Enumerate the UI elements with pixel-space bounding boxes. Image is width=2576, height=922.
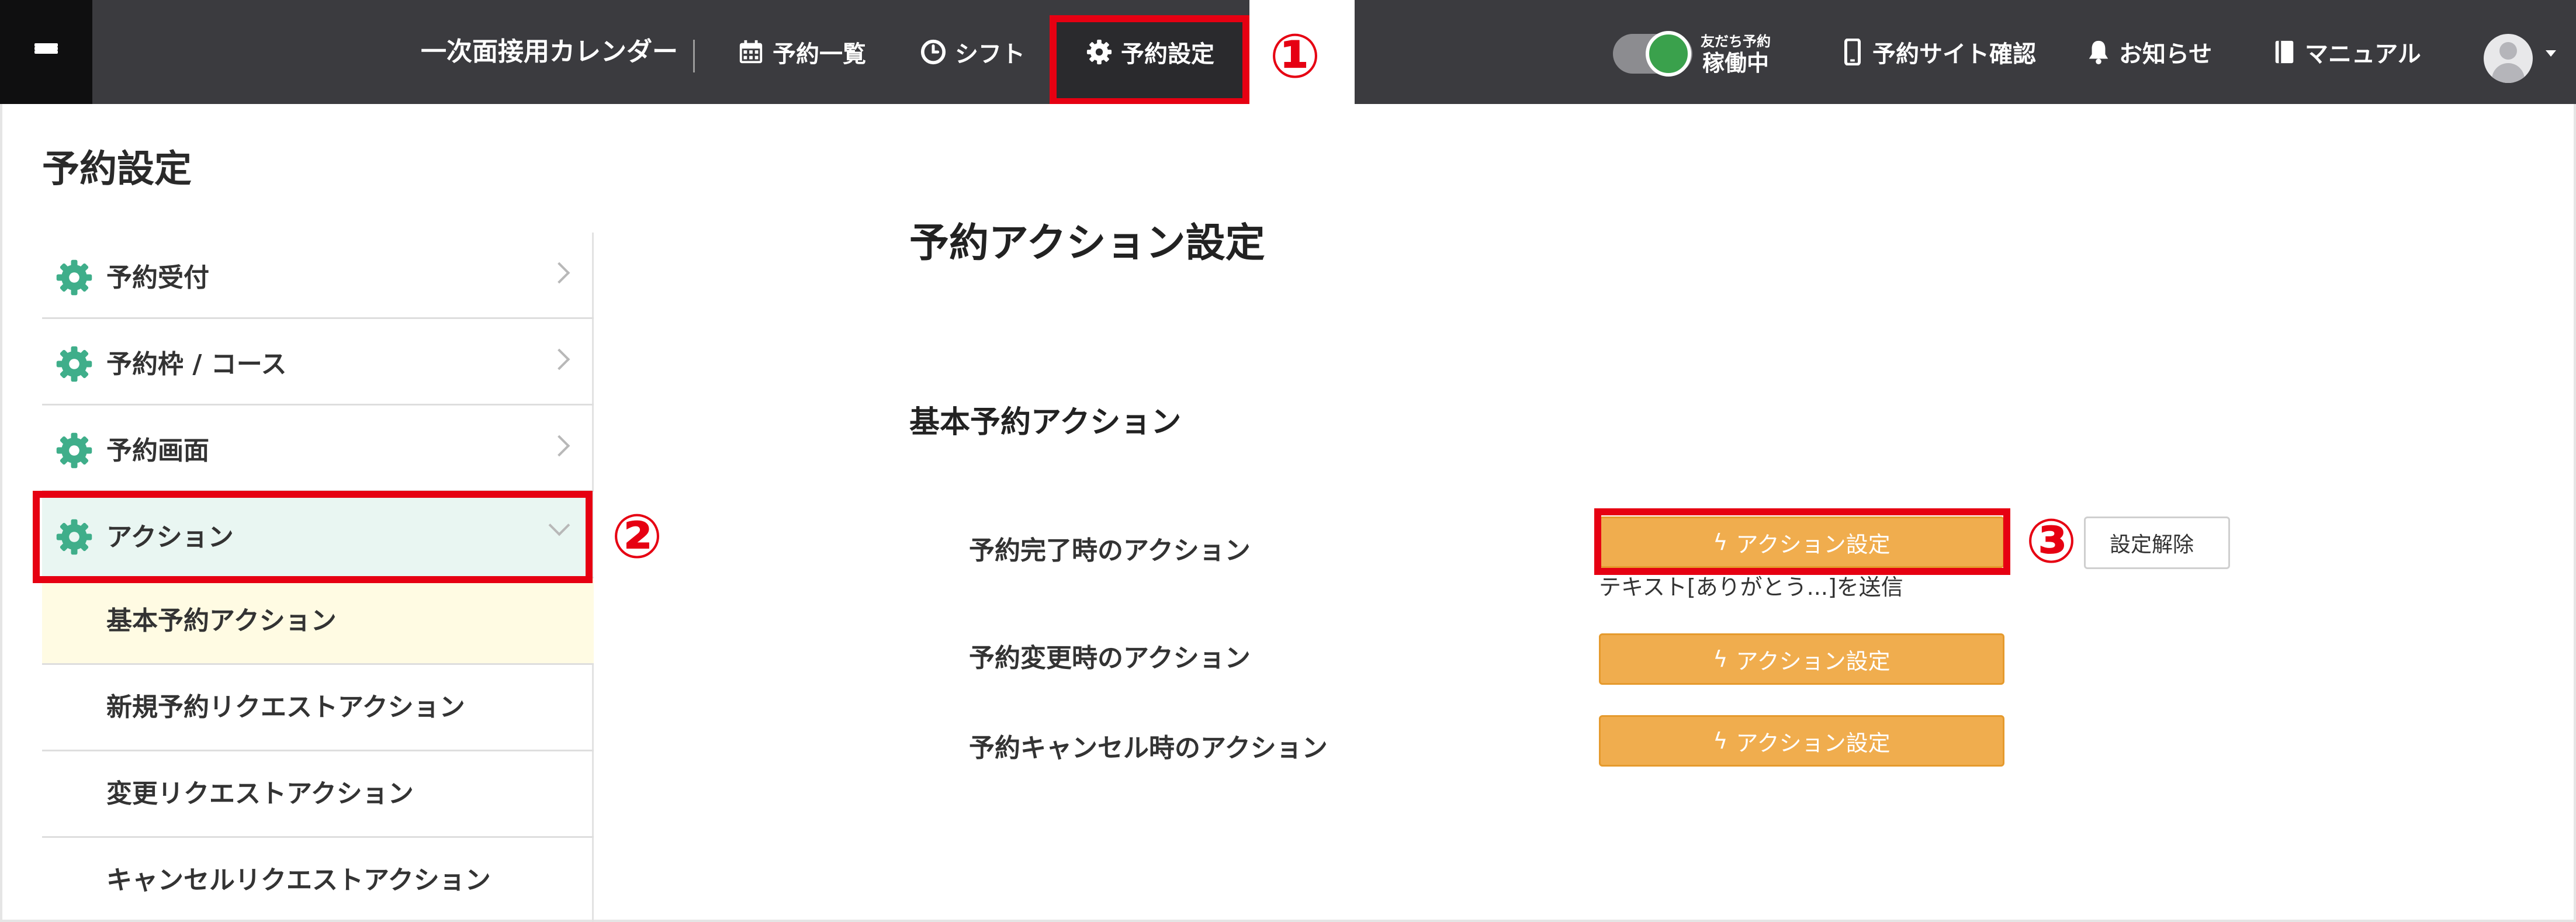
sidebar-item-label: 予約画面 bbox=[106, 435, 209, 466]
annotation-marker-1: ① bbox=[1269, 20, 1321, 92]
toggle-knob bbox=[1646, 31, 1691, 77]
lightning-icon: ϟ bbox=[1713, 728, 1728, 754]
gear-icon bbox=[56, 346, 92, 382]
chevron-right-icon bbox=[548, 262, 570, 284]
gear-icon bbox=[1086, 39, 1112, 65]
action-settings-button-label: アクション設定 bbox=[1736, 648, 1891, 674]
sidebar-item-screen[interactable]: 予約画面 bbox=[42, 405, 594, 492]
chevron-down-icon[interactable] bbox=[2546, 50, 2556, 57]
sidebar-subitem-basic-action[interactable]: 基本予約アクション bbox=[42, 578, 594, 665]
sidebar-subitem-label: キャンセルリクエストアクション bbox=[106, 865, 491, 895]
lightning-icon: ϟ bbox=[1713, 529, 1728, 555]
gear-icon bbox=[56, 432, 92, 469]
sidebar-item-slots-courses[interactable]: 予約枠 / コース bbox=[42, 319, 594, 405]
action-settings-button-label: アクション設定 bbox=[1736, 531, 1891, 557]
annotation-marker-3: ③ bbox=[2026, 505, 2078, 577]
nav-divider bbox=[693, 40, 695, 72]
nav-reservation-settings-label: 予約設定 bbox=[1121, 41, 1214, 68]
toggle-label: 友だち予約 稼働中 bbox=[1701, 33, 1771, 76]
action-settings-button-label: アクション設定 bbox=[1736, 730, 1891, 756]
main-title: 予約アクション設定 bbox=[909, 220, 1265, 266]
hamburger-icon bbox=[34, 43, 58, 61]
row-label-cancel: 予約キャンセル時のアクション bbox=[969, 733, 1328, 763]
sidebar: 予約受付 予約枠 / コース 予約画面 アクション 基本予約アクション 新規予約… bbox=[42, 233, 594, 922]
sidebar-subitem-label: 新規予約リクエストアクション bbox=[106, 692, 465, 722]
chevron-down-icon bbox=[548, 514, 570, 536]
sidebar-subitem-label: 基本予約アクション bbox=[106, 606, 337, 636]
section-title: 基本予約アクション bbox=[909, 405, 1182, 440]
action-settings-button-change[interactable]: ϟ アクション設定 bbox=[1599, 633, 2004, 685]
user-avatar[interactable] bbox=[2484, 34, 2533, 83]
action-description: テキスト[ありがとう...]を送信 bbox=[1599, 574, 1903, 600]
sidebar-item-label: 予約受付 bbox=[106, 262, 209, 293]
lightning-icon: ϟ bbox=[1713, 646, 1728, 672]
sidebar-item-label: アクション bbox=[106, 522, 234, 552]
hamburger-menu-button[interactable] bbox=[0, 0, 92, 104]
nav-manual[interactable]: マニュアル bbox=[2272, 0, 2421, 104]
nav-manual-label: マニュアル bbox=[2305, 41, 2421, 68]
friend-reservation-toggle[interactable] bbox=[1613, 31, 1692, 77]
gear-icon bbox=[56, 259, 92, 296]
sidebar-subitem-new-request-action[interactable]: 新規予約リクエストアクション bbox=[42, 665, 594, 751]
nav-site-check-label: 予約サイト確認 bbox=[1872, 41, 2036, 68]
app-title: 一次面接用カレンダー bbox=[421, 37, 678, 67]
release-settings-label: 設定解除 bbox=[2109, 533, 2194, 557]
nav-shift-label: シフト bbox=[955, 41, 1025, 68]
nav-news-label: お知らせ bbox=[2119, 41, 2213, 68]
toggle-small-label: 友だち予約 bbox=[1701, 33, 1771, 50]
action-settings-button-cancel[interactable]: ϟ アクション設定 bbox=[1599, 715, 2004, 767]
bell-icon bbox=[2089, 40, 2108, 64]
nav-reservation-list-label: 予約一覧 bbox=[773, 41, 866, 68]
chevron-right-icon bbox=[548, 348, 570, 370]
clock-icon bbox=[920, 39, 946, 65]
sidebar-subitem-change-request-action[interactable]: 変更リクエストアクション bbox=[42, 751, 594, 838]
release-settings-button[interactable]: 設定解除 bbox=[2084, 517, 2230, 569]
sidebar-item-reception[interactable]: 予約受付 bbox=[42, 233, 594, 319]
avatar-head bbox=[2499, 42, 2517, 60]
sidebar-subitem-cancel-request-action[interactable]: キャンセルリクエストアクション bbox=[42, 838, 594, 922]
chevron-right-icon bbox=[548, 435, 570, 457]
page-title: 予約設定 bbox=[42, 148, 192, 191]
book-icon bbox=[2275, 40, 2294, 64]
nav-reservation-list[interactable]: 予約一覧 bbox=[738, 0, 866, 104]
nav-shift[interactable]: シフト bbox=[920, 0, 1025, 104]
sidebar-item-label: 予約枠 / コース bbox=[106, 349, 287, 379]
sidebar-item-action[interactable]: アクション bbox=[42, 492, 594, 578]
nav-news[interactable]: お知らせ bbox=[2086, 0, 2212, 104]
gear-icon bbox=[56, 519, 92, 555]
row-label-complete: 予約完了時のアクション bbox=[969, 536, 1251, 566]
avatar-body bbox=[2492, 63, 2525, 83]
calendar-icon bbox=[739, 40, 763, 64]
nav-reservation-settings[interactable]: 予約設定 bbox=[1086, 0, 1214, 104]
annotation-marker-2: ② bbox=[611, 501, 663, 572]
row-label-change: 予約変更時のアクション bbox=[969, 643, 1251, 673]
sidebar-subitem-label: 変更リクエストアクション bbox=[106, 779, 414, 809]
top-bar: 一次面接用カレンダー 予約一覧 シフト 予約設定 ① 友だち予約 稼働中 予約サ… bbox=[0, 0, 2576, 104]
action-settings-button-complete[interactable]: ϟ アクション設定 bbox=[1599, 517, 2004, 568]
smartphone-icon bbox=[1844, 39, 1861, 65]
nav-site-check[interactable]: 予約サイト確認 bbox=[1841, 0, 2036, 104]
toggle-status: 稼働中 bbox=[1702, 50, 1769, 76]
